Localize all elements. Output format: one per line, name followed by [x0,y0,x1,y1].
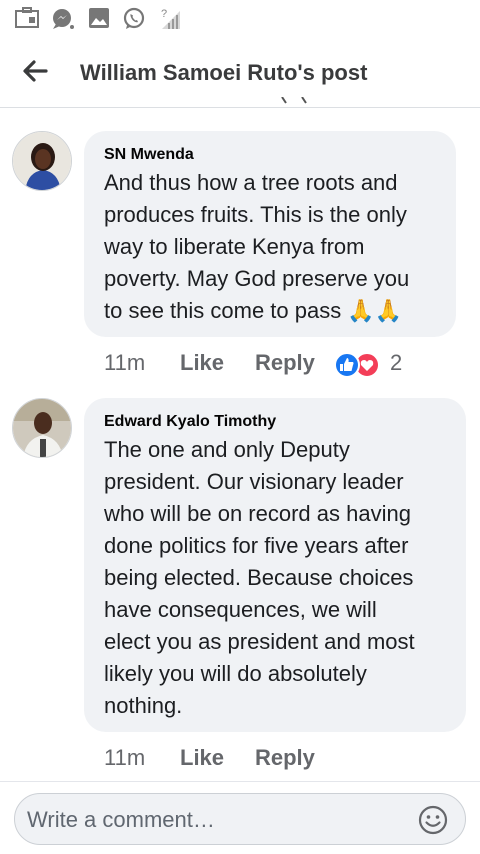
comment-bubble: SN Mwenda And thus how a tree roots and … [84,131,456,337]
comment-bubble: Edward Kyalo Timothy The one and only De… [84,398,466,732]
comment-line: produces fruits. This is the only [104,202,407,227]
comment-input[interactable]: Write a comment… [14,793,466,845]
comment-time[interactable]: 11m [104,745,145,771]
comment-line: to see this come to pass 🙏🙏 [104,295,409,327]
comment-line: And thus how a tree roots and [104,170,398,195]
comment-line: being elected. Because choices [104,565,414,590]
reply-button[interactable]: Reply [255,350,315,376]
whatsapp-icon [123,7,145,29]
avatar-photo [13,132,71,190]
signal-icon: ? [161,8,180,29]
like-button[interactable]: Like [180,745,224,771]
like-reaction-icon [334,352,360,378]
comment-line: have consequences, we will [104,597,377,622]
gallery-icon [89,8,109,28]
emoji-smile-icon[interactable] [417,804,449,836]
comment-line: president. Our visionary leader [104,469,404,494]
comment-text: And thus how a tree roots and produces f… [104,167,409,327]
comment-line: nothing. [104,693,183,718]
reply-button[interactable]: Reply [255,745,315,771]
avatar-photo [13,399,71,457]
avatar[interactable] [12,131,72,191]
comment-composer: Write a comment… [0,781,480,854]
comment-author[interactable]: SN Mwenda [104,146,194,164]
comment-line-text: to see this come to pass [104,298,342,323]
svg-text:?: ? [161,8,167,20]
like-button[interactable]: Like [180,350,224,376]
reactions-summary[interactable] [334,352,380,378]
comment-input-placeholder[interactable]: Write a comment… [27,807,215,833]
calendar-icon [15,7,39,28]
reaction-count[interactable]: 2 [390,350,402,376]
comment-time[interactable]: 11m [104,350,145,376]
comment-text: The one and only Deputy president. Our v… [104,434,415,722]
praying-hands-emoji: 🙏🙏 [347,298,403,323]
avatar[interactable] [12,398,72,458]
back-arrow-icon[interactable] [20,56,50,86]
post-header: William Samoei Ruto's post [0,38,480,108]
page-title: William Samoei Ruto's post [80,60,368,85]
comment-line: elect you as president and most [104,629,415,654]
comment-author[interactable]: Edward Kyalo Timothy [104,413,276,431]
comment-line: way to liberate Kenya from [104,234,365,259]
messenger-chat-icon [53,9,74,29]
comment-line: The one and only Deputy [104,437,350,462]
comment-line: likely you will do absolutely [104,661,367,686]
comment-line: poverty. May God preserve you [104,266,410,291]
comment-line: done politics for five years after [104,533,409,558]
status-bar: ? [0,0,480,36]
clipped-content-remnant [281,97,307,104]
comment-line: who will be on record as having [104,501,411,526]
